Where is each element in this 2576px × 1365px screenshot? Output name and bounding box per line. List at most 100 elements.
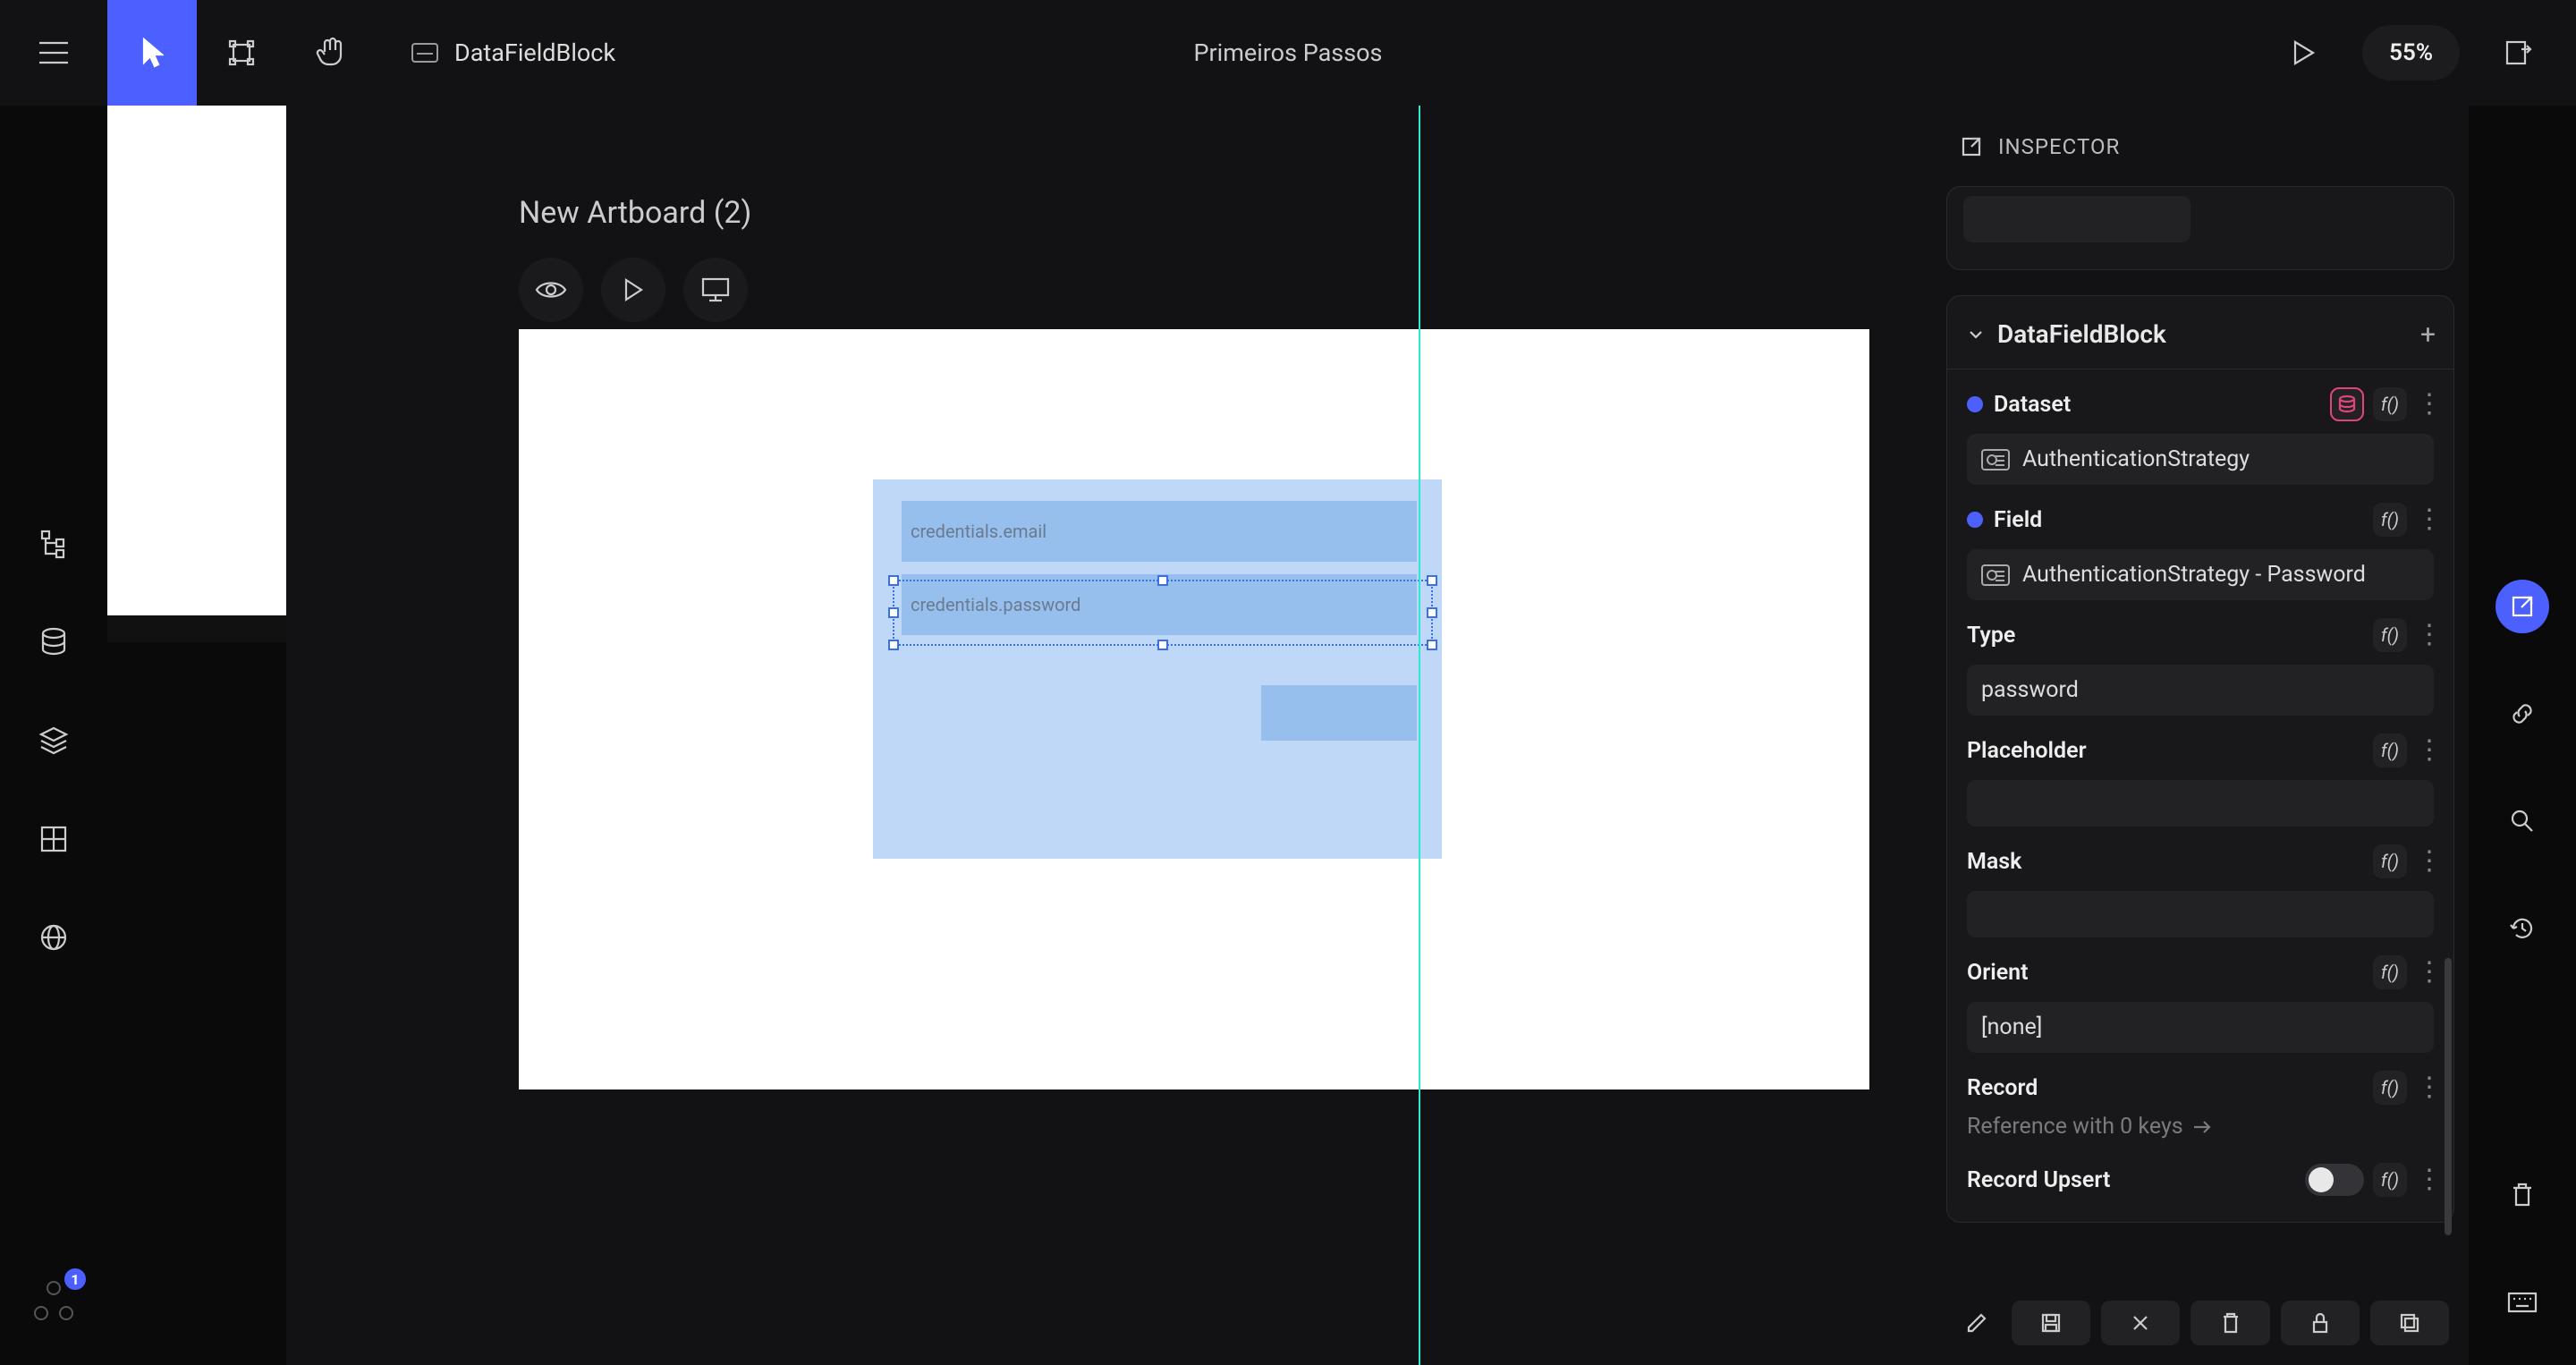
- scrollbar-thumb[interactable]: [2445, 958, 2452, 1235]
- dataset-more-button[interactable]: ⋮: [2416, 400, 2434, 409]
- frame-icon: [226, 38, 257, 68]
- artboard-desktop-button[interactable]: [683, 258, 748, 322]
- inspector-title: INSPECTOR: [1998, 134, 2120, 159]
- frame-tool-button[interactable]: [197, 0, 286, 106]
- form-container[interactable]: credentials.email credentials.password: [873, 479, 1442, 859]
- close-action-button[interactable]: [2101, 1301, 2180, 1345]
- entity-icon: [1981, 449, 2010, 471]
- prop-placeholder-label: Placeholder: [1967, 738, 2087, 764]
- prop-dataset-label: Dataset: [1994, 392, 2071, 418]
- field-value[interactable]: AuthenticationStrategy - Password: [1967, 549, 2434, 600]
- orient-fx-button[interactable]: f(): [2373, 955, 2407, 989]
- type-more-button[interactable]: ⋮: [2416, 631, 2434, 640]
- orient-value[interactable]: [none]: [1967, 1002, 2434, 1053]
- globe-panel-button[interactable]: [36, 920, 72, 955]
- dataset-value[interactable]: AuthenticationStrategy: [1967, 434, 2434, 485]
- trash-icon: [2511, 1182, 2534, 1208]
- email-field-placeholder: credentials.email: [911, 521, 1046, 542]
- select-tool-button[interactable]: [107, 0, 197, 106]
- alignment-guide: [1419, 106, 1420, 1365]
- components-panel-button[interactable]: [36, 821, 72, 857]
- export-button[interactable]: [2496, 30, 2540, 75]
- edit-action-button[interactable]: [1952, 1301, 2001, 1345]
- right-rail: [2469, 106, 2576, 1365]
- inspector-panel: INSPECTOR DataFieldBlock + Dataset: [1932, 106, 2469, 1365]
- prop-type: Type f() ⋮ password: [1947, 600, 2453, 716]
- record-fx-button[interactable]: f(): [2373, 1071, 2407, 1105]
- page-thumbnail[interactable]: [107, 106, 286, 615]
- inspector-top-card: [1946, 186, 2454, 270]
- menu-button[interactable]: [0, 0, 107, 106]
- keyboard-tab-button[interactable]: [2496, 1276, 2549, 1329]
- history-tab-button[interactable]: [2496, 902, 2549, 955]
- artboard-play-button[interactable]: [601, 258, 665, 322]
- search-tab-button[interactable]: [2496, 794, 2549, 848]
- dataset-source-button[interactable]: [2330, 387, 2364, 421]
- hand-tool-button[interactable]: [286, 0, 376, 106]
- artboard-title[interactable]: New Artboard (2): [519, 195, 751, 231]
- data-panel-button[interactable]: [36, 624, 72, 660]
- database-icon: [39, 627, 68, 657]
- inspector-tab-button[interactable]: [2496, 580, 2549, 633]
- orient-more-button[interactable]: ⋮: [2416, 968, 2434, 977]
- record-upsert-fx-button[interactable]: f(): [2373, 1163, 2407, 1197]
- record-reference-hint[interactable]: Reference with 0 keys: [1947, 1105, 2453, 1145]
- mask-more-button[interactable]: ⋮: [2416, 857, 2434, 866]
- page-thumbnail-shadow: [107, 615, 286, 642]
- placeholder-value[interactable]: [1967, 780, 2434, 827]
- dataset-fx-button[interactable]: f(): [2373, 387, 2407, 421]
- layers-panel-button[interactable]: [36, 723, 72, 759]
- desktop-icon: [700, 276, 731, 303]
- trash-icon: [2220, 1311, 2241, 1335]
- type-value[interactable]: password: [1967, 665, 2434, 716]
- field-more-button[interactable]: ⋮: [2416, 515, 2434, 524]
- mask-fx-button[interactable]: f(): [2373, 844, 2407, 878]
- preview-button[interactable]: [2282, 30, 2326, 75]
- save-action-button[interactable]: [2012, 1301, 2090, 1345]
- record-upsert-toggle[interactable]: [2305, 1164, 2364, 1196]
- breadcrumb-component-name[interactable]: DataFieldBlock: [454, 38, 615, 67]
- password-field[interactable]: credentials.password: [902, 574, 1417, 635]
- lock-icon: [2310, 1311, 2330, 1335]
- collaborators-button[interactable]: 1: [34, 1281, 73, 1320]
- mask-value[interactable]: [1967, 891, 2434, 937]
- close-icon: [2131, 1313, 2150, 1333]
- search-icon: [2509, 808, 2536, 835]
- component-title-row[interactable]: DataFieldBlock: [1947, 296, 2453, 369]
- submit-button-block[interactable]: [1261, 685, 1417, 741]
- lock-action-button[interactable]: [2281, 1301, 2360, 1345]
- document-title[interactable]: Primeiros Passos: [1193, 38, 1382, 67]
- edit-icon: [2510, 594, 2535, 619]
- placeholder-fx-button[interactable]: f(): [2373, 733, 2407, 767]
- play-icon: [623, 277, 644, 302]
- top-toolbar: DataFieldBlock Primeiros Passos 55%: [0, 0, 2576, 106]
- inspector-stub-field[interactable]: [1963, 196, 2190, 242]
- eye-icon: [535, 278, 567, 301]
- type-fx-button[interactable]: f(): [2373, 618, 2407, 652]
- hand-icon: [316, 36, 346, 70]
- email-field[interactable]: credentials.email: [902, 501, 1417, 562]
- canvas[interactable]: New Artboard (2) credentials.email crede…: [286, 106, 1932, 1365]
- entity-icon: [1981, 564, 2010, 586]
- record-upsert-more-button[interactable]: ⋮: [2416, 1175, 2434, 1184]
- delete-action-button[interactable]: [2190, 1301, 2269, 1345]
- keyboard-icon: [2507, 1292, 2538, 1313]
- artboard-visibility-button[interactable]: [519, 258, 583, 322]
- grid-icon: [39, 825, 68, 853]
- properties-scroll-area[interactable]: Dataset f() ⋮ AuthenticationStrategy: [1947, 369, 2453, 1204]
- add-property-button[interactable]: +: [2420, 319, 2436, 351]
- copy-action-button[interactable]: [2370, 1301, 2449, 1345]
- link-icon: [2508, 699, 2537, 728]
- field-fx-button[interactable]: f(): [2373, 503, 2407, 537]
- toolbar-right-group: 55%: [2282, 0, 2576, 106]
- tree-panel-button[interactable]: [36, 526, 72, 562]
- record-more-button[interactable]: ⋮: [2416, 1083, 2434, 1092]
- save-icon: [2039, 1311, 2063, 1335]
- placeholder-more-button[interactable]: ⋮: [2416, 746, 2434, 755]
- artboard-action-group: [519, 258, 748, 322]
- zoom-level[interactable]: 55%: [2362, 25, 2460, 81]
- artboard-surface[interactable]: credentials.email credentials.password: [519, 329, 1869, 1089]
- trash-tab-button[interactable]: [2496, 1168, 2549, 1222]
- link-tab-button[interactable]: [2496, 687, 2549, 741]
- export-icon: [2504, 38, 2532, 67]
